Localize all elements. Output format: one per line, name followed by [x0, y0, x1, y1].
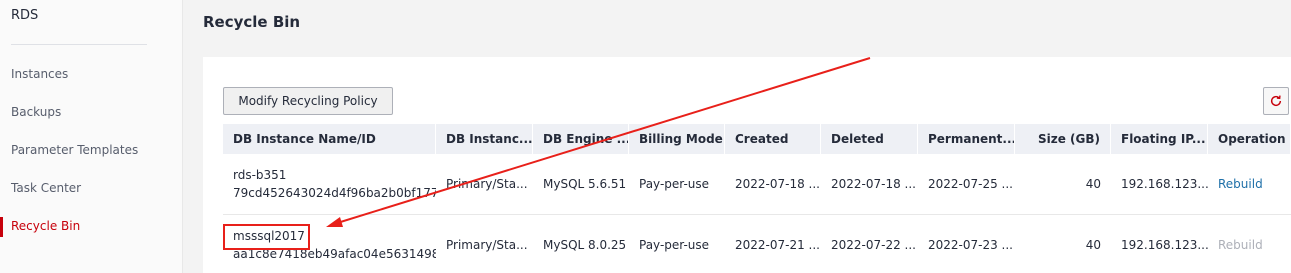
cell-deleted: 2022-07-18 ...	[831, 177, 916, 191]
instance-id: 79cd452643024d4f96ba2b0bf177...	[233, 186, 436, 200]
cell-engine: MySQL 8.0.25	[543, 238, 627, 252]
modify-recycling-policy-button[interactable]: Modify Recycling Policy	[223, 87, 393, 115]
sidebar: RDS Instances Backups Parameter Template…	[0, 0, 183, 273]
col-header-deleted[interactable]: Deleted	[821, 124, 918, 154]
sidebar-item-recycle-bin[interactable]: Recycle Bin	[11, 219, 80, 233]
rebuild-link[interactable]: Rebuild	[1218, 177, 1263, 191]
annotation-highlight-box	[223, 224, 310, 250]
sidebar-item-instances[interactable]: Instances	[11, 67, 68, 81]
cell-type: Primary/Sta...	[446, 177, 528, 191]
page-header: Recycle Bin	[184, 0, 1291, 55]
refresh-icon	[1270, 95, 1282, 107]
col-header-created[interactable]: Created	[725, 124, 821, 154]
sidebar-item-backups[interactable]: Backups	[11, 105, 61, 119]
sidebar-active-indicator	[0, 217, 3, 237]
cell-billing: Pay-per-use	[639, 238, 710, 252]
cell-operation: Rebuild	[1208, 215, 1291, 273]
sidebar-item-parameter-templates[interactable]: Parameter Templates	[11, 143, 138, 157]
col-header-operation: Operation	[1208, 124, 1291, 154]
col-header-size[interactable]: Size (GB)	[1015, 124, 1111, 154]
recycle-bin-table: DB Instance Name/ID DB Instanc... DB Eng…	[223, 124, 1291, 273]
rebuild-link-disabled: Rebuild	[1218, 238, 1263, 252]
cell-engine: MySQL 5.6.51	[543, 177, 627, 191]
table-header: DB Instance Name/ID DB Instanc... DB Eng…	[223, 124, 1291, 154]
table-row: msssql2017 aa1c8e7418eb49afac04e5631498.…	[223, 215, 1291, 273]
cell-size: 40	[1085, 177, 1101, 191]
cell-permanent: 2022-07-25 ...	[928, 177, 1013, 191]
cell-size: 40	[1085, 238, 1101, 252]
sidebar-divider	[11, 44, 147, 45]
cell-billing: Pay-per-use	[639, 177, 710, 191]
instance-name: rds-b351	[233, 168, 287, 182]
refresh-button[interactable]	[1263, 87, 1289, 115]
sidebar-item-task-center[interactable]: Task Center	[11, 181, 81, 195]
col-header-type[interactable]: DB Instanc...	[436, 124, 533, 154]
col-header-engine[interactable]: DB Engine ...	[533, 124, 629, 154]
cell-permanent: 2022-07-23 ...	[928, 238, 1013, 252]
cell-floating-ip: 192.168.123....	[1121, 177, 1208, 191]
col-header-permanent[interactable]: Permanent...	[918, 124, 1015, 154]
col-header-name[interactable]: DB Instance Name/ID	[223, 124, 436, 154]
cell-created: 2022-07-18 ...	[735, 177, 820, 191]
cell-floating-ip: 192.168.123....	[1121, 238, 1208, 252]
col-header-billing[interactable]: Billing Mode	[629, 124, 725, 154]
cell-deleted: 2022-07-22 ...	[831, 238, 916, 252]
content-card: Modify Recycling Policy DB Instance Name…	[203, 57, 1291, 273]
app-title: RDS	[11, 8, 39, 23]
cell-created: 2022-07-21 ...	[735, 238, 820, 252]
table-row: rds-b351 79cd452643024d4f96ba2b0bf177...…	[223, 154, 1291, 215]
cell-type: Primary/Sta...	[446, 238, 528, 252]
cell-operation: Rebuild	[1208, 154, 1291, 214]
cell-name: rds-b351 79cd452643024d4f96ba2b0bf177...	[223, 154, 436, 214]
page-title: Recycle Bin	[203, 13, 301, 31]
col-header-floating-ip[interactable]: Floating IP...	[1111, 124, 1208, 154]
